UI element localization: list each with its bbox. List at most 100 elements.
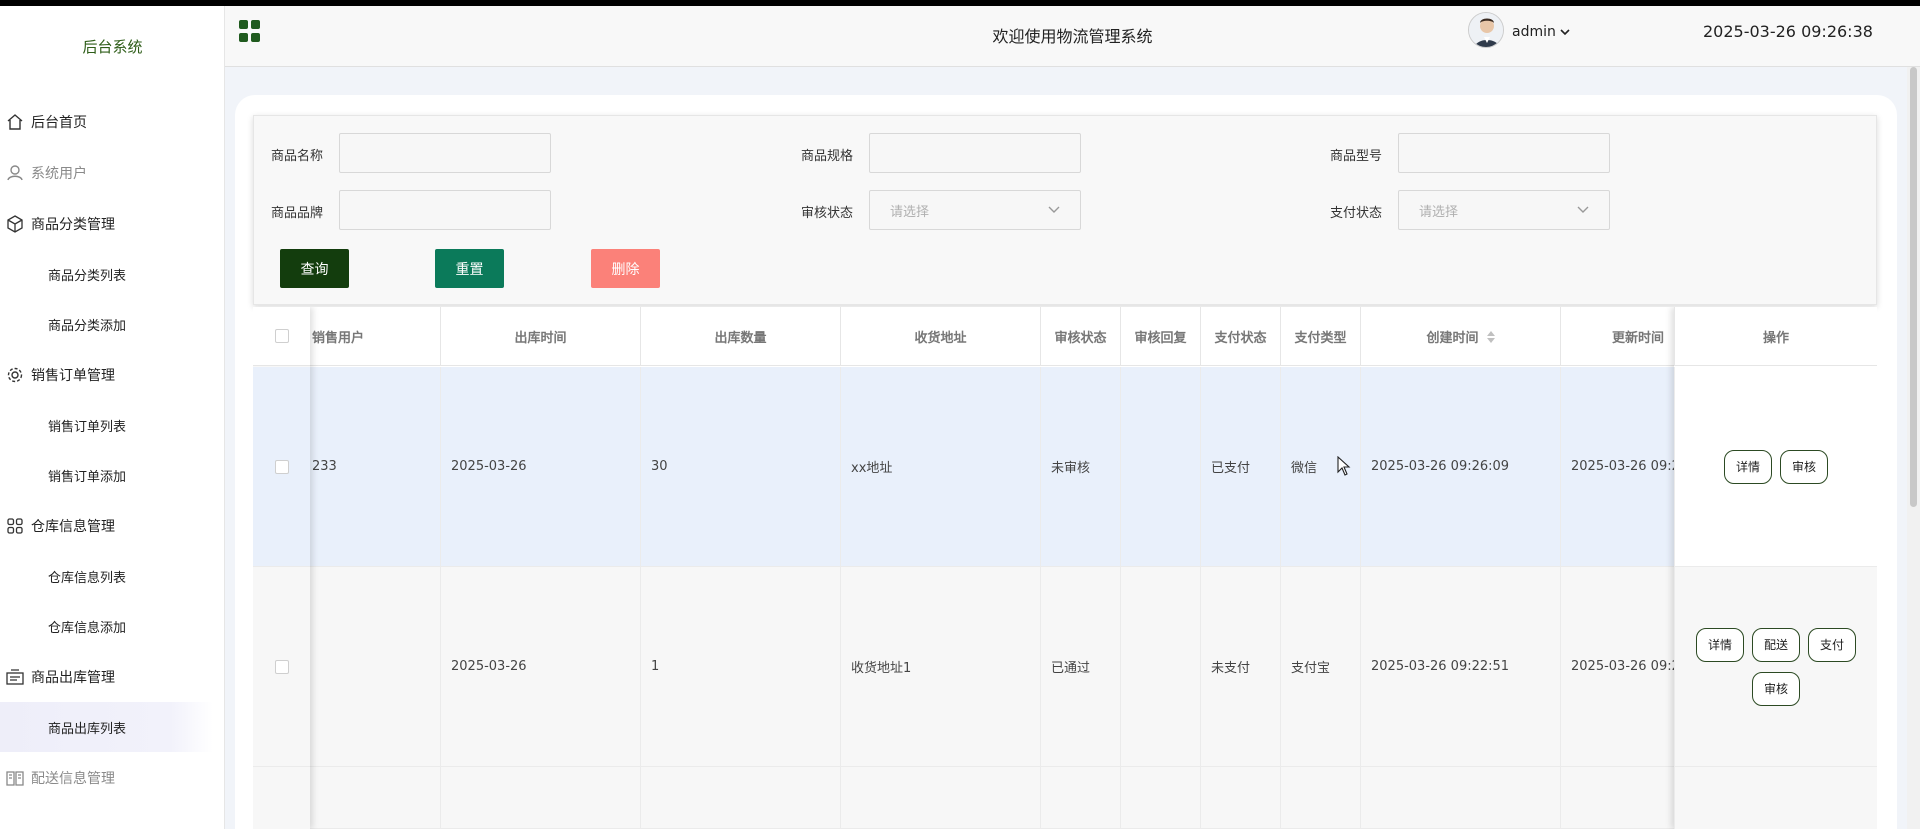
cell-audit-status: 未审核 (1040, 367, 1120, 566)
chevron-down-icon (1048, 206, 1060, 213)
cell-pay-status: 未支付 (1200, 567, 1280, 766)
sidebar-subitem-sales-order-list[interactable]: 销售订单列表 (0, 400, 225, 450)
deliver-button[interactable]: 配送 (1751, 627, 1800, 662)
table-row[interactable] (253, 767, 1877, 829)
row-select-cell (253, 567, 310, 767)
cell-pay-status: 已支付 (1200, 367, 1280, 566)
cell-created: 2025-03-26 09:26:09 (1360, 367, 1560, 566)
gear-icon (6, 366, 24, 384)
col-ops: 操作 (1674, 307, 1877, 366)
col-pay-status: 支付状态 (1200, 307, 1280, 366)
sidebar-menu: 后台首页 系统用户 商品分类管理 商品分类列表 商品分类添加 销售订单管理 销售… (0, 96, 225, 803)
sidebar-item-label: 销售订单管理 (31, 367, 115, 384)
sidebar-subitem-outbound-list[interactable]: 商品出库列表 (0, 702, 213, 752)
current-datetime: 2025-03-26 09:26:38 (1703, 22, 1873, 41)
row-checkbox[interactable] (274, 659, 289, 674)
sidebar-item-label: 系统用户 (31, 165, 87, 182)
cell-audit-reply (1120, 567, 1200, 766)
select-placeholder: 请选择 (1419, 204, 1459, 220)
table-row[interactable]: 233 2025-03-26 30 xx地址 未审核 已支付 微信 2025-0… (253, 367, 1877, 567)
cell-empty (1200, 767, 1280, 828)
avatar[interactable] (1468, 12, 1504, 48)
sort-icon[interactable] (1486, 330, 1495, 344)
sidebar-subitem-sales-order-add[interactable]: 销售订单添加 (0, 450, 225, 500)
product-spec-input[interactable] (869, 133, 1081, 173)
page-scrollbar[interactable] (1907, 67, 1920, 829)
audit-status-label: 审核状态 (801, 206, 854, 221)
sidebar-item-category-mgmt[interactable]: 商品分类管理 (0, 198, 225, 249)
col-out-time: 出库时间 (440, 307, 640, 366)
checkbox-column (253, 307, 310, 829)
book-icon (6, 769, 24, 787)
col-seller: 销售用户 (312, 331, 365, 346)
cube-icon (6, 214, 24, 233)
cell-seller: 233 (312, 459, 337, 474)
pay-status-select[interactable]: 请选择 (1398, 190, 1610, 230)
row-checkbox[interactable] (274, 459, 289, 474)
chevron-down-icon (1560, 29, 1570, 36)
product-brand-label: 商品品牌 (271, 206, 324, 221)
cell-empty (1120, 767, 1200, 828)
cell-empty (840, 767, 1040, 828)
chevron-down-icon (1577, 206, 1589, 213)
cell-created: 2025-03-26 09:22:51 (1360, 567, 1560, 766)
detail-button[interactable]: 详情 (1723, 449, 1772, 484)
sidebar-item-system-users[interactable]: 系统用户 (0, 147, 225, 198)
search-panel: 商品名称 商品规格 商品型号 商品品牌 审核状态 请选择 支付状态 请选择 查询… (253, 115, 1877, 305)
audit-button[interactable]: 审核 (1751, 671, 1800, 706)
sidebar-item-label: 仓库信息管理 (31, 518, 115, 535)
sidebar-item-label: 商品出库管理 (31, 669, 115, 686)
username: admin (1512, 24, 1556, 40)
reset-button[interactable]: 重置 (435, 249, 504, 288)
row-ops (1674, 767, 1877, 829)
operations-column: 操作 详情 审核 详情 配送 支付 审核 (1674, 307, 1877, 829)
sidebar-item-sales-order-mgmt[interactable]: 销售订单管理 (0, 349, 225, 400)
product-model-input[interactable] (1398, 133, 1610, 173)
sidebar-subitem-warehouse-list[interactable]: 仓库信息列表 (0, 551, 225, 601)
cell-address: xx地址 (840, 367, 1040, 566)
header: 欢迎使用物流管理系统 admin 2025-03-26 09:26:38 (225, 6, 1920, 67)
sidebar-item-label: 配送信息管理 (31, 770, 115, 787)
user-menu[interactable]: admin (1512, 24, 1570, 40)
list-icon (6, 668, 24, 686)
row-ops: 详情 审核 (1674, 367, 1877, 567)
pay-button[interactable]: 支付 (1808, 627, 1857, 662)
outbound-table: 销售用户 出库时间 出库数量 收货地址 审核状态 审核回复 支付状态 支付类型 … (253, 307, 1877, 829)
sidebar-subitem-category-list[interactable]: 商品分类列表 (0, 249, 225, 299)
sidebar-subitem-category-add[interactable]: 商品分类添加 (0, 299, 225, 349)
cell-out-time: 2025-03-26 (440, 367, 640, 566)
scrollbar-thumb[interactable] (1910, 67, 1917, 507)
col-address: 收货地址 (840, 307, 1040, 366)
product-name-input[interactable] (339, 133, 551, 173)
sidebar-item-outbound-mgmt[interactable]: 商品出库管理 (0, 651, 225, 702)
audit-status-select[interactable]: 请选择 (869, 190, 1081, 230)
query-button[interactable]: 查询 (280, 249, 349, 288)
col-out-qty: 出库数量 (640, 307, 840, 366)
brand-title: 后台系统 (82, 38, 143, 56)
product-spec-label: 商品规格 (801, 149, 854, 164)
product-brand-input[interactable] (339, 190, 551, 230)
sidebar-item-home[interactable]: 后台首页 (0, 96, 225, 147)
sidebar-subitem-warehouse-add[interactable]: 仓库信息添加 (0, 601, 225, 651)
col-audit-status: 审核状态 (1040, 307, 1120, 366)
product-name-label: 商品名称 (271, 149, 324, 164)
col-pay-type: 支付类型 (1280, 307, 1360, 366)
cell-seller (310, 567, 440, 766)
cell-out-qty: 30 (640, 367, 840, 566)
table-header: 销售用户 出库时间 出库数量 收货地址 审核状态 审核回复 支付状态 支付类型 … (253, 307, 1877, 366)
sidebar-item-warehouse-mgmt[interactable]: 仓库信息管理 (0, 500, 225, 551)
page-title: 欢迎使用物流管理系统 (992, 27, 1153, 46)
pay-status-label: 支付状态 (1330, 206, 1383, 221)
select-all-checkbox[interactable] (274, 329, 289, 343)
col-created[interactable]: 创建时间 (1360, 307, 1560, 366)
cell-empty (440, 767, 640, 828)
col-created-label: 创建时间 (1426, 331, 1479, 346)
apps-icon (6, 517, 24, 535)
cell-empty (1360, 767, 1560, 828)
table-row[interactable]: 2025-03-26 1 收货地址1 已通过 未支付 支付宝 2025-03-2… (253, 567, 1877, 767)
home-icon (6, 113, 24, 131)
detail-button[interactable]: 详情 (1695, 627, 1744, 662)
delete-button[interactable]: 删除 (591, 249, 660, 288)
sidebar-item-delivery-mgmt[interactable]: 配送信息管理 (0, 752, 225, 803)
audit-button[interactable]: 审核 (1780, 449, 1829, 484)
